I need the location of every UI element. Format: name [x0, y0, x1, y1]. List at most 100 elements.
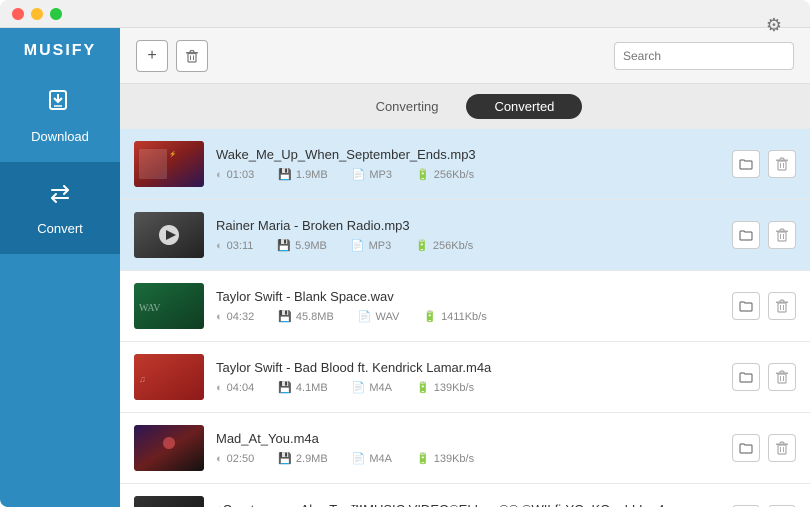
size-icon: 💾	[278, 381, 292, 394]
clock-icon: ◐	[216, 240, 223, 252]
file-actions	[732, 363, 796, 391]
file-actions	[732, 221, 796, 249]
convert-icon	[46, 180, 74, 215]
file-thumbnail: ♫	[134, 354, 204, 400]
file-item: Mad_At_You.m4a ◐ 02:50 💾 2.9MB 📄 M4A 🔋 1…	[120, 413, 810, 484]
download-icon	[46, 88, 74, 123]
file-delete-button[interactable]	[768, 221, 796, 249]
sidebar-convert-label: Convert	[37, 221, 83, 236]
sidebar: MUSIFY Download	[0, 28, 120, 507]
format-icon: 📄	[352, 168, 366, 181]
file-folder-button[interactable]	[732, 292, 760, 320]
file-meta: ◐ 04:04 💾 4.1MB 📄 M4A 🔋 139Kb/s	[216, 381, 720, 394]
file-bitrate: 🔋 1411Kb/s	[423, 310, 486, 323]
settings-icon[interactable]: ⚙	[766, 15, 782, 36]
file-info: Rainer Maria - Broken Radio.mp3 ◐ 03:11 …	[216, 218, 720, 252]
clock-icon: ◐	[216, 169, 223, 181]
svg-text:⚡: ⚡	[169, 150, 176, 158]
tab-converted[interactable]: Converted	[466, 94, 582, 119]
file-format: 📄 MP3	[351, 239, 391, 252]
file-folder-button[interactable]	[732, 363, 760, 391]
format-icon: 📄	[358, 310, 372, 323]
file-format: 📄 M4A	[352, 381, 392, 394]
file-delete-button[interactable]	[768, 292, 796, 320]
svg-text:WAV: WAV	[139, 303, 161, 314]
bitrate-icon: 🔋	[416, 381, 430, 394]
file-delete-button[interactable]	[768, 150, 796, 178]
file-actions	[732, 150, 796, 178]
sidebar-download-label: Download	[31, 129, 89, 144]
file-duration: ◐ 01:03	[216, 169, 254, 181]
file-thumbnail: WAV	[134, 283, 204, 329]
file-meta: ◐ 04:32 💾 45.8MB 📄 WAV 🔋 1411Kb/s	[216, 310, 720, 323]
clock-icon: ◐	[216, 311, 223, 323]
clock-icon: ◐	[216, 453, 223, 465]
file-duration: ◐ 03:11	[216, 240, 253, 252]
file-list: ⚡ Wake_Me_Up_When_September_Ends.mp3 ◐ 0…	[120, 129, 810, 507]
file-folder-button[interactable]	[732, 221, 760, 249]
file-duration: ◐ 02:50	[216, 453, 254, 465]
size-icon: 💾	[277, 239, 291, 252]
file-item: ♫ Taylor Swift - Bad Blood ft. Kendrick …	[120, 342, 810, 413]
file-bitrate: 🔋 139Kb/s	[416, 381, 474, 394]
maximize-button[interactable]	[50, 8, 62, 20]
close-button[interactable]	[12, 8, 24, 20]
file-bitrate: 🔋 139Kb/s	[416, 452, 474, 465]
file-delete-button[interactable]	[768, 434, 796, 462]
sidebar-item-download[interactable]: Download	[0, 70, 120, 162]
add-button[interactable]: +	[136, 40, 168, 72]
file-actions	[732, 434, 796, 462]
file-name: Rainer Maria - Broken Radio.mp3	[216, 218, 720, 233]
file-thumbnail	[134, 496, 204, 507]
format-icon: 📄	[352, 452, 366, 465]
file-duration: ◐ 04:04	[216, 382, 254, 394]
file-format: 📄 M4A	[352, 452, 392, 465]
file-thumbnail: ⚡	[134, 141, 204, 187]
file-info: Wake_Me_Up_When_September_Ends.mp3 ◐ 01:…	[216, 147, 720, 181]
file-bitrate: 🔋 256Kb/s	[416, 168, 474, 181]
app-logo: MUSIFY	[24, 28, 96, 70]
file-folder-button[interactable]	[732, 150, 760, 178]
file-delete-button[interactable]	[768, 363, 796, 391]
file-folder-button[interactable]	[732, 434, 760, 462]
file-size: 💾 4.1MB	[278, 381, 328, 394]
file-format: 📄 MP3	[352, 168, 392, 181]
tab-bar: Converting Converted	[120, 84, 810, 129]
file-size: 💾 45.8MB	[278, 310, 334, 323]
minimize-button[interactable]	[31, 8, 43, 20]
file-item: WAV Taylor Swift - Blank Space.wav ◐ 04:…	[120, 271, 810, 342]
file-actions	[732, 292, 796, 320]
file-name: Taylor Swift - Bad Blood ft. Kendrick La…	[216, 360, 720, 375]
toolbar: +	[120, 28, 810, 84]
clock-icon: ◐	[216, 382, 223, 394]
file-info: Taylor Swift - Bad Blood ft. Kendrick La…	[216, 360, 720, 394]
search-input[interactable]	[614, 42, 794, 70]
sidebar-item-convert[interactable]: Convert	[0, 162, 120, 254]
tab-converting[interactable]: Converting	[348, 94, 467, 119]
bitrate-icon: 🔋	[423, 310, 437, 323]
size-icon: 💾	[278, 168, 292, 181]
file-info: ♪Create.com - Alec Top™MUSIC VIDEO©ELL..…	[216, 502, 720, 507]
format-icon: 📄	[352, 381, 366, 394]
file-item: Rainer Maria - Broken Radio.mp3 ◐ 03:11 …	[120, 200, 810, 271]
file-meta: ◐ 02:50 💾 2.9MB 📄 M4A 🔋 139Kb/s	[216, 452, 720, 465]
file-info: Taylor Swift - Blank Space.wav ◐ 04:32 💾…	[216, 289, 720, 323]
file-name: ♪Create.com - Alec Top™MUSIC VIDEO©ELL..…	[216, 502, 720, 507]
file-item: ♪Create.com - Alec Top™MUSIC VIDEO©ELL..…	[120, 484, 810, 507]
format-icon: 📄	[351, 239, 365, 252]
delete-button[interactable]	[176, 40, 208, 72]
file-name: Wake_Me_Up_When_September_Ends.mp3	[216, 147, 720, 162]
traffic-lights	[12, 8, 62, 20]
file-meta: ◐ 03:11 💾 5.9MB 📄 MP3 🔋 256Kb/s	[216, 239, 720, 252]
size-icon: 💾	[278, 452, 292, 465]
svg-text:♫: ♫	[139, 374, 146, 384]
file-name: Taylor Swift - Blank Space.wav	[216, 289, 720, 304]
size-icon: 💾	[278, 310, 292, 323]
file-name: Mad_At_You.m4a	[216, 431, 720, 446]
file-thumbnail	[134, 425, 204, 471]
bitrate-icon: 🔋	[416, 452, 430, 465]
file-duration: ◐ 04:32	[216, 311, 254, 323]
file-size: 💾 2.9MB	[278, 452, 328, 465]
file-size: 💾 1.9MB	[278, 168, 328, 181]
main-content: + Converting Converted	[120, 28, 810, 507]
